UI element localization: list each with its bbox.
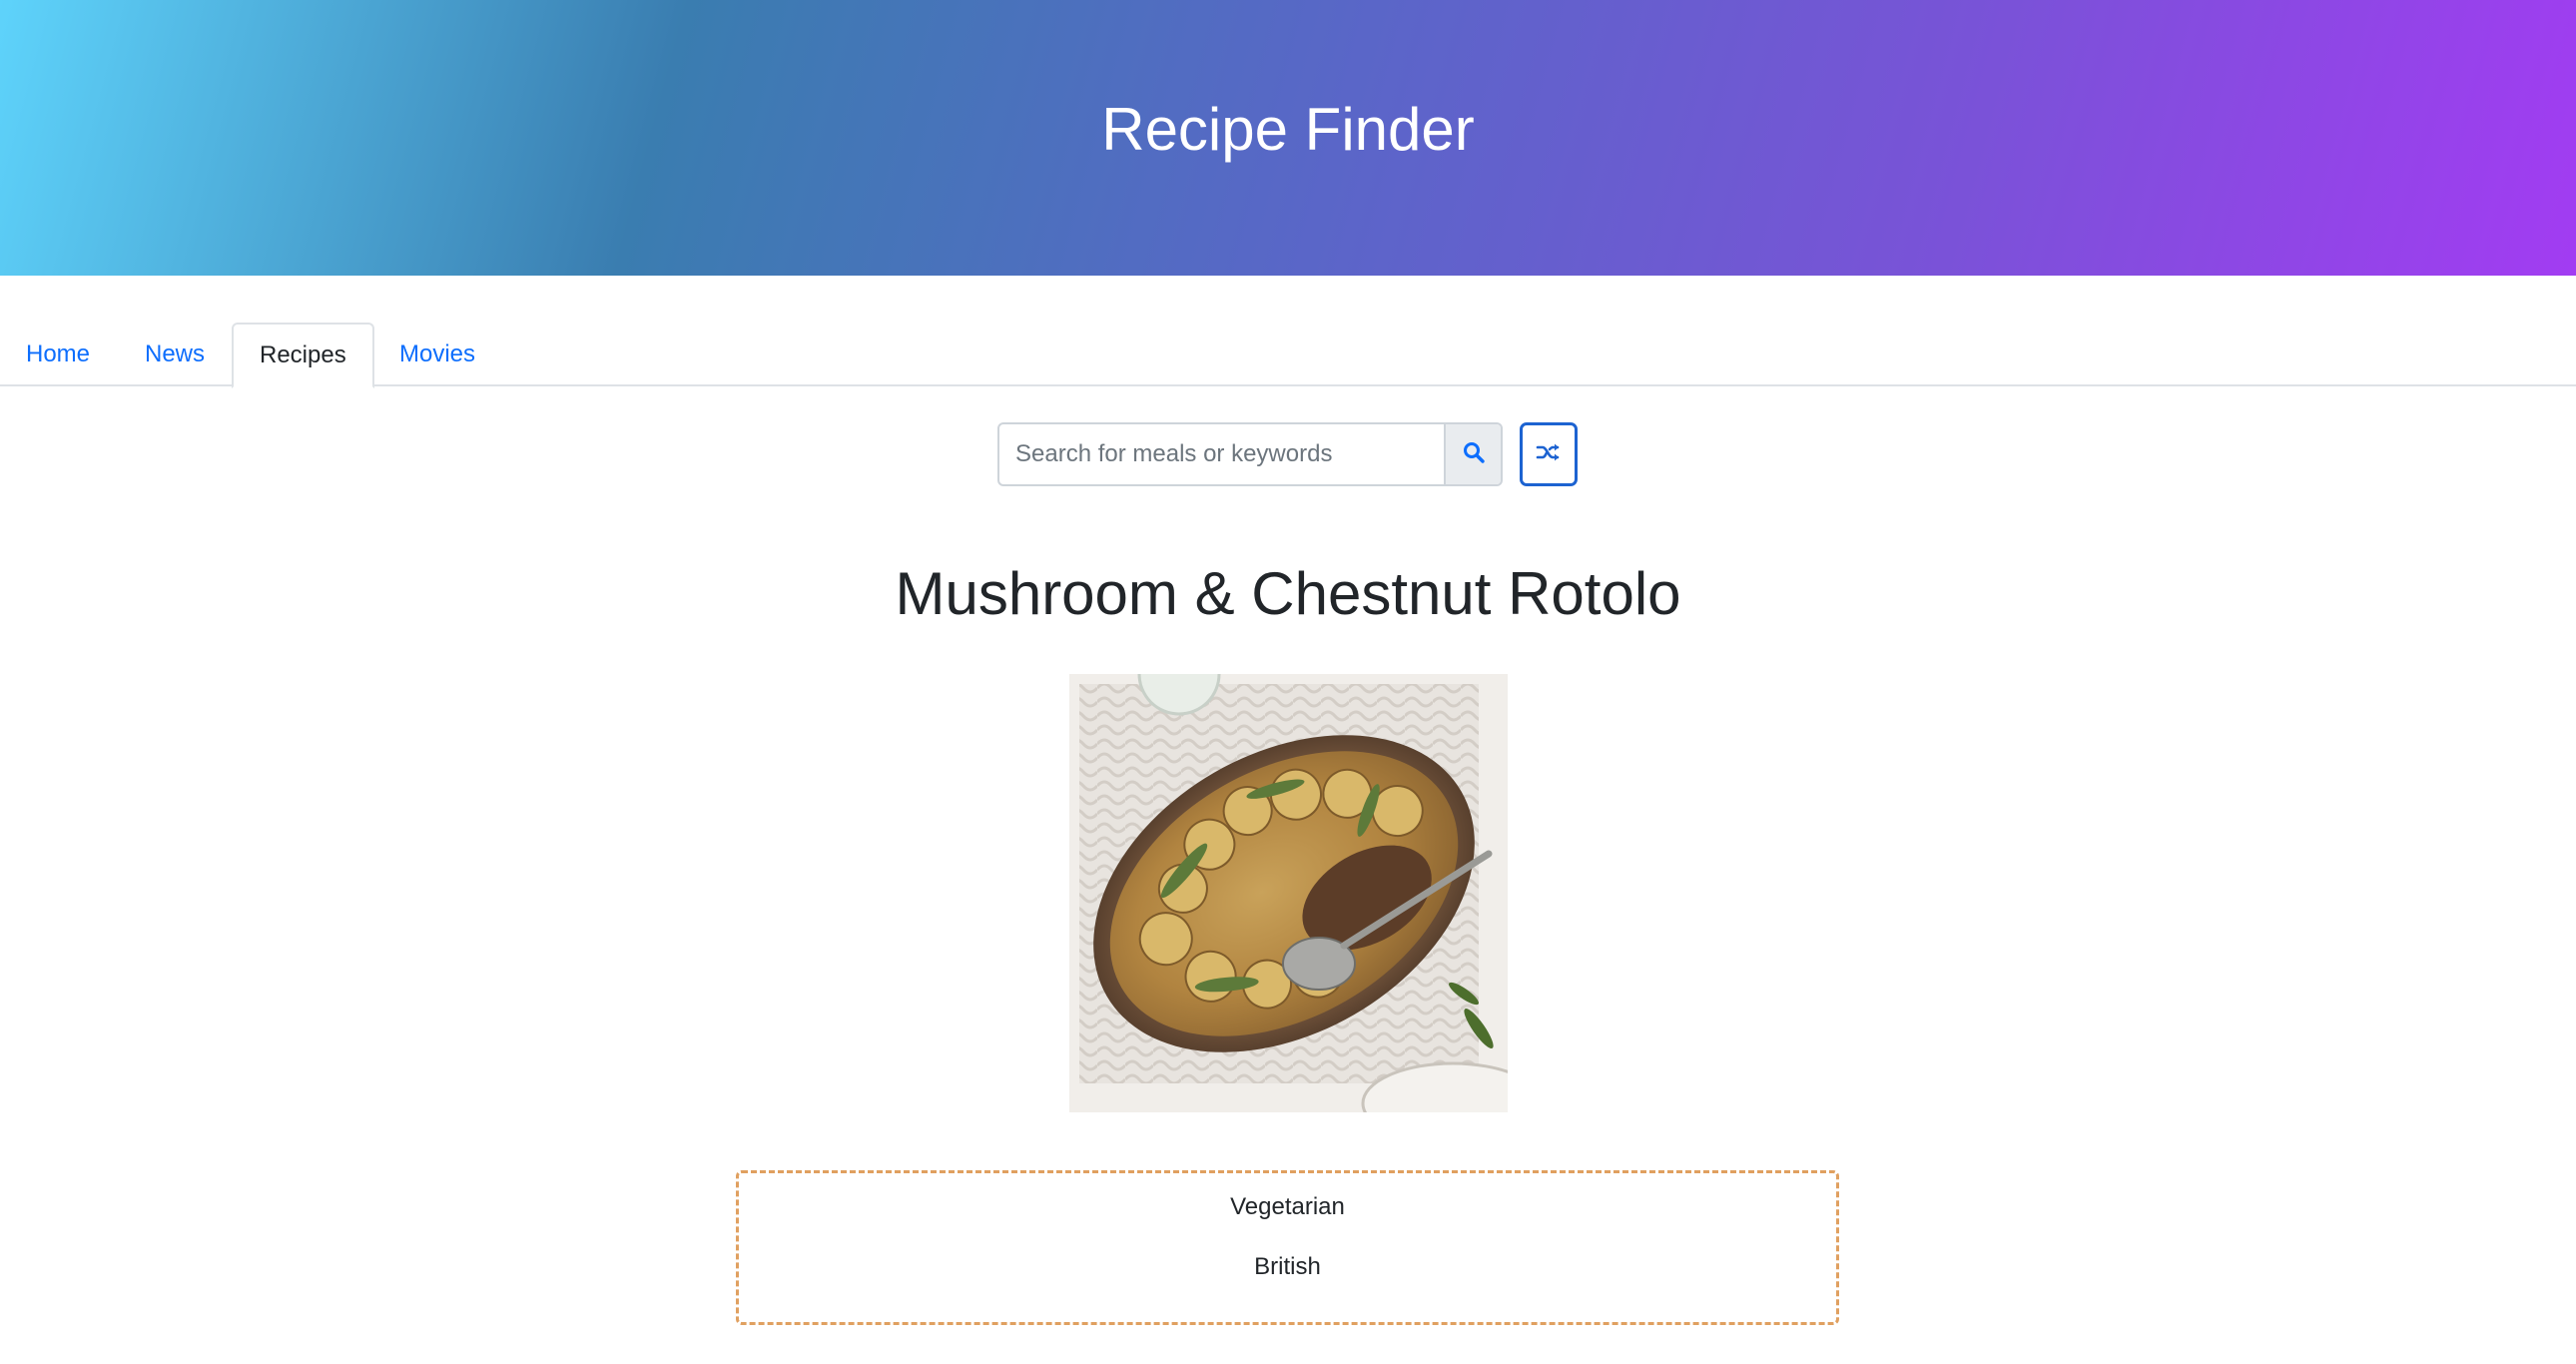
search-group [997, 422, 1503, 486]
tab-movies[interactable]: Movies [373, 323, 501, 386]
nav-tabs: Home News Recipes Movies [0, 323, 2576, 388]
app-title: Recipe Finder [1101, 96, 1475, 163]
meal-area: British [1254, 1253, 1321, 1280]
tab-recipes[interactable]: Recipes [232, 323, 374, 388]
search-button[interactable] [1444, 424, 1501, 484]
meal-image [1069, 674, 1508, 1112]
meal-title: Mushroom & Chestnut Rotolo [895, 560, 1681, 627]
tab-news[interactable]: News [119, 323, 231, 386]
meal-category: Vegetarian [1230, 1193, 1345, 1220]
header-banner: Recipe Finder [0, 0, 2576, 276]
tab-home[interactable]: Home [0, 323, 116, 386]
shuffle-icon [1536, 441, 1562, 468]
meal-info-box: Vegetarian British [736, 1170, 1839, 1325]
random-meal-button[interactable] [1520, 422, 1578, 486]
search-icon [1462, 440, 1486, 469]
search-input[interactable] [999, 424, 1448, 484]
